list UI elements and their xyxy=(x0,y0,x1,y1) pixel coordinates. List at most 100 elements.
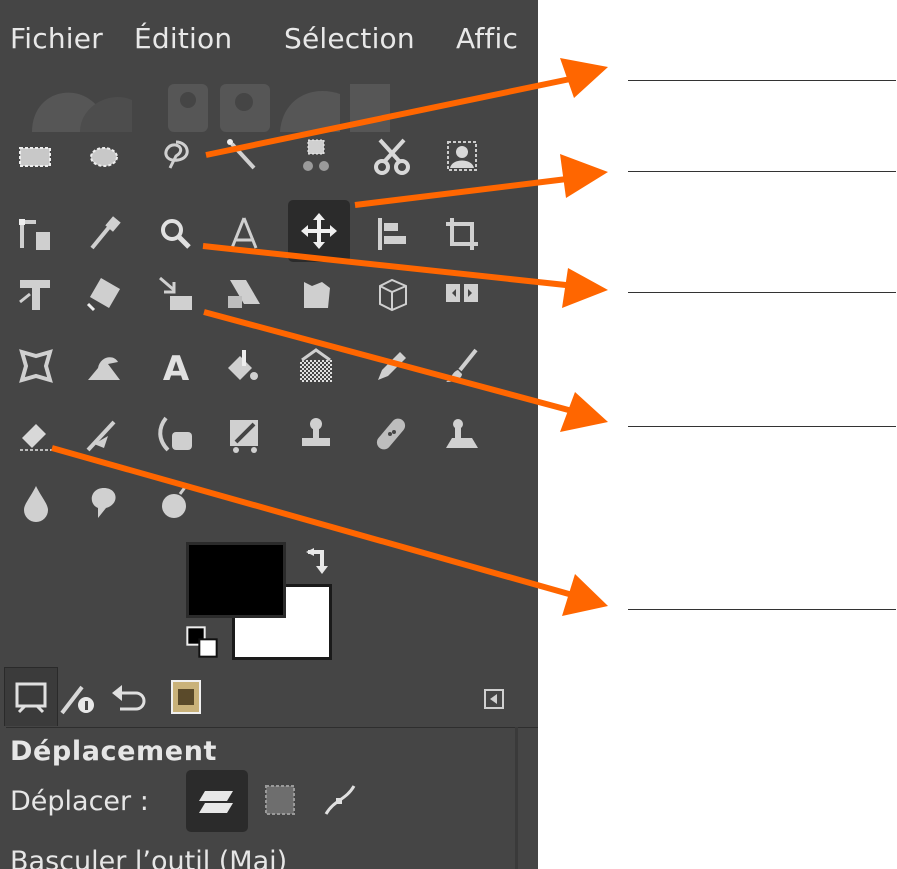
paintbrush-icon xyxy=(446,348,478,382)
tool-3d-transform[interactable] xyxy=(366,268,418,320)
gradient-icon xyxy=(300,348,332,382)
tool-flip[interactable] xyxy=(436,268,488,320)
tool-fuzzy-select[interactable] xyxy=(218,130,270,182)
tool-airbrush[interactable] xyxy=(78,408,130,460)
scale-icon xyxy=(159,276,192,310)
panel-scroll-edge xyxy=(515,727,518,869)
tool-blur[interactable] xyxy=(10,476,62,528)
measure-icon xyxy=(230,217,258,249)
device-status-icon[interactable] xyxy=(58,679,98,719)
heal-icon xyxy=(376,418,406,450)
label-line-2 xyxy=(628,171,896,172)
fuzzy-select-icon xyxy=(227,139,256,170)
tool-dodge-burn[interactable] xyxy=(150,476,202,528)
menu-edition[interactable]: Édition xyxy=(134,22,232,55)
foreground-color-swatch[interactable] xyxy=(186,542,286,618)
blur-icon xyxy=(24,486,48,522)
rect-select-icon xyxy=(19,147,51,167)
tool-free-select[interactable] xyxy=(150,130,202,182)
perspective-icon xyxy=(304,282,330,308)
swap-colors-icon[interactable] xyxy=(304,546,334,576)
tool-paths[interactable] xyxy=(10,208,62,260)
color-picker-icon xyxy=(90,216,121,250)
tool-pencil[interactable] xyxy=(366,340,418,392)
airbrush-icon xyxy=(86,420,116,452)
tool-scissors-select[interactable] xyxy=(366,130,418,182)
ink-icon xyxy=(158,416,192,452)
configure-tab-icon[interactable] xyxy=(484,689,504,709)
perspective-clone-icon xyxy=(446,419,478,448)
move-path-icon[interactable] xyxy=(320,780,360,820)
bucket-fill-icon xyxy=(228,350,258,380)
tool-move[interactable] xyxy=(288,200,350,262)
tool-warp-transform[interactable] xyxy=(78,340,130,392)
tool-select-by-color[interactable] xyxy=(290,130,342,182)
move-icon xyxy=(301,213,337,249)
tool-ink[interactable] xyxy=(150,408,202,460)
label-line-1 xyxy=(628,80,896,81)
foreground-select-icon xyxy=(447,141,477,171)
wilber-decoration xyxy=(32,84,390,132)
tool-options-icon xyxy=(15,682,47,714)
move-layer-button[interactable] xyxy=(186,770,248,832)
tool-text[interactable]: A xyxy=(150,340,202,392)
smudge-icon xyxy=(91,488,116,518)
tool-options-title: Déplacement xyxy=(10,736,218,767)
tool-unified-transform[interactable] xyxy=(10,268,62,320)
tool-crop[interactable] xyxy=(436,208,488,260)
tool-measure[interactable] xyxy=(218,208,270,260)
rotate-icon xyxy=(86,277,121,312)
toggle-tool-label: Basculer l’outil (Maj) xyxy=(10,846,288,869)
scissors-select-icon xyxy=(374,138,410,175)
move-selection-icon[interactable] xyxy=(260,780,300,820)
move-mode-label: Déplacer : xyxy=(10,786,149,817)
svg-text:A: A xyxy=(163,349,190,386)
align-icon xyxy=(378,218,406,250)
label-line-3 xyxy=(628,292,896,293)
menu-fichier[interactable]: Fichier xyxy=(10,22,103,55)
tool-color-picker[interactable] xyxy=(78,208,130,260)
zoom-icon xyxy=(161,219,191,249)
pencil-icon xyxy=(378,352,406,380)
images-icon[interactable] xyxy=(166,677,206,717)
mypaint-brush-icon xyxy=(230,420,258,453)
label-line-5 xyxy=(628,609,896,610)
dodge-burn-icon xyxy=(162,485,188,518)
layers-icon xyxy=(199,791,233,813)
3d-transform-icon xyxy=(379,278,407,312)
tool-eraser[interactable] xyxy=(10,408,62,460)
tool-bucket-fill[interactable] xyxy=(218,340,270,392)
warp-transform-icon xyxy=(88,357,120,380)
tool-cage-transform[interactable] xyxy=(10,340,62,392)
menu-affichage[interactable]: Affic xyxy=(456,22,518,55)
tool-rect-select[interactable] xyxy=(10,130,62,182)
tool-smudge[interactable] xyxy=(78,476,130,528)
tool-align[interactable] xyxy=(366,208,418,260)
tool-shear[interactable] xyxy=(218,268,270,320)
clone-icon xyxy=(302,418,330,446)
tool-options-panel: Déplacement Déplacer : Basculer l’outil … xyxy=(6,727,538,869)
menu-selection[interactable]: Sélection xyxy=(284,22,415,55)
tool-mypaint-brush[interactable] xyxy=(218,408,270,460)
tool-scale[interactable] xyxy=(150,268,202,320)
cage-transform-icon xyxy=(19,349,53,383)
tool-gradient[interactable] xyxy=(290,340,342,392)
select-by-color-icon xyxy=(303,139,329,171)
tool-ellipse-select[interactable] xyxy=(78,130,130,182)
gimp-window: Fichier Édition Sélection Affic A Déplac… xyxy=(0,0,538,869)
eraser-icon xyxy=(20,424,52,451)
default-colors-icon[interactable] xyxy=(186,626,218,658)
tool-rotate[interactable] xyxy=(78,268,130,320)
tool-clone[interactable] xyxy=(290,408,342,460)
undo-history-icon[interactable] xyxy=(110,679,150,719)
text-icon: A xyxy=(163,349,190,386)
tool-zoom[interactable] xyxy=(150,208,202,260)
tool-paintbrush[interactable] xyxy=(436,340,488,392)
paths-icon xyxy=(19,219,50,250)
tool-foreground-select[interactable] xyxy=(436,130,488,182)
tab-tool-options[interactable] xyxy=(4,667,58,726)
tool-heal[interactable] xyxy=(366,408,418,460)
color-area xyxy=(180,540,350,665)
tool-perspective-clone[interactable] xyxy=(436,408,488,460)
tool-perspective[interactable] xyxy=(290,268,342,320)
